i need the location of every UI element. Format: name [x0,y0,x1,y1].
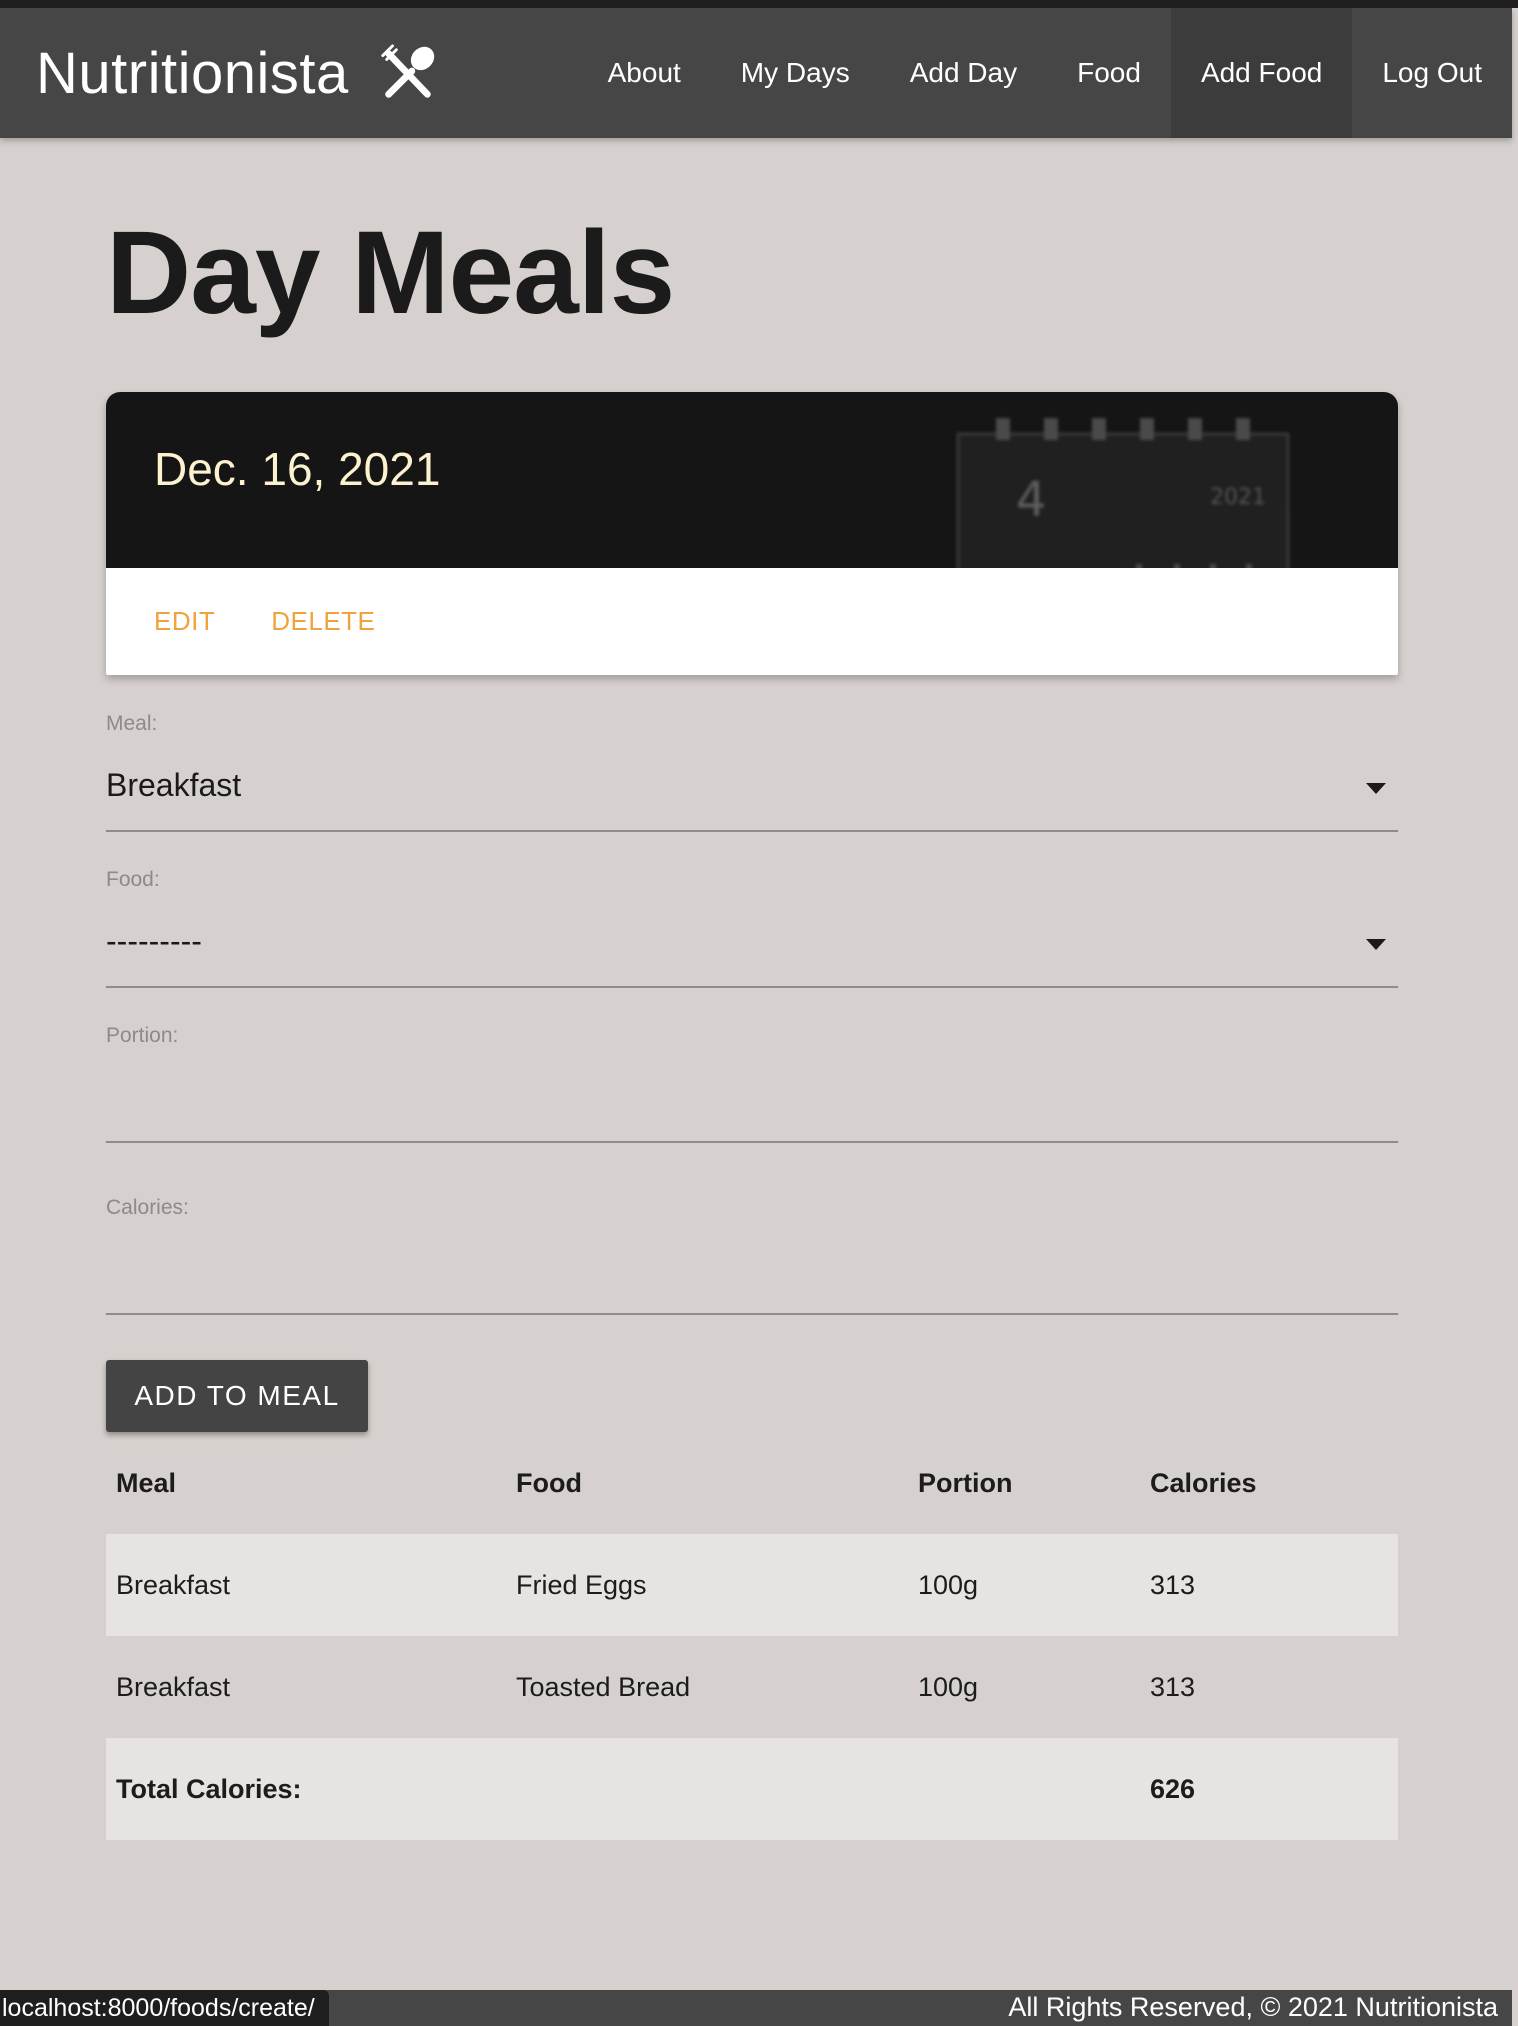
delete-button[interactable]: DELETE [271,606,375,637]
meal-select-value: Breakfast [106,767,242,803]
calendar-year-text: 2021 [1210,485,1266,510]
total-calories-value: 626 [1150,1773,1196,1804]
cell-food: Toasted Bread [516,1671,691,1702]
nav-about[interactable]: About [578,8,711,138]
navbar: Nutritionista About My Days Add Day Food… [0,8,1512,138]
meal-select[interactable]: Breakfast [106,711,1398,832]
total-calories-label: Total Calories: [116,1773,302,1804]
cell-food: Fried Eggs [516,1569,647,1600]
nav-links: About My Days Add Day Food Add Food Log … [578,8,1512,138]
day-card-header: Dec. 16, 2021 4 2021 [106,392,1398,568]
cell-meal: Breakfast [116,1569,231,1600]
page-title: Day Meals [106,207,675,339]
calories-input[interactable] [106,1197,1398,1315]
portion-input[interactable] [106,1025,1398,1143]
chevron-down-icon [1366,939,1386,950]
footer-copyright: All Rights Reserved, © 2021 Nutritionist… [1008,1992,1498,2022]
nav-add-day[interactable]: Add Day [880,8,1047,138]
table-row: Breakfast Fried Eggs 100g 313 [106,1534,1398,1636]
header-meal: Meal [116,1467,177,1498]
table-total-row: Total Calories: 626 [106,1738,1398,1840]
header-calories: Calories [1150,1467,1257,1498]
cell-calories: 313 [1150,1671,1196,1702]
day-date: Dec. 16, 2021 [154,443,441,495]
food-field: Food: --------- [106,868,1398,988]
table-row: Breakfast Toasted Bread 100g 313 [106,1636,1398,1738]
brand-logo[interactable]: Nutritionista [36,8,439,138]
meal-field: Meal: Breakfast [106,712,1398,832]
calendar-day-text: 4 [1016,472,1047,528]
food-select[interactable]: --------- [106,867,1398,988]
cell-portion: 100g [918,1569,979,1600]
portion-field: Portion: [106,1024,1398,1143]
chevron-down-icon [1366,783,1386,794]
cell-calories: 313 [1150,1569,1196,1600]
table-header-row: Meal Food Portion Calories [106,1432,1398,1534]
nav-food[interactable]: Food [1047,8,1171,138]
header-portion: Portion [918,1467,1013,1498]
day-card-actions: EDIT DELETE [106,568,1398,675]
header-food: Food [516,1467,582,1498]
food-select-value: --------- [106,923,202,959]
day-card: Dec. 16, 2021 4 2021 EDIT DELETE [106,392,1398,675]
fork-spoon-icon [381,44,434,98]
calories-field: Calories: [106,1196,1398,1315]
nav-my-days[interactable]: My Days [711,8,880,138]
cell-portion: 100g [918,1671,979,1702]
meals-table: Meal Food Portion Calories Breakfast Fri… [106,1432,1398,1840]
cell-meal: Breakfast [116,1671,231,1702]
calendar-image: 4 2021 [956,418,1290,568]
edit-button[interactable]: EDIT [154,606,215,637]
add-to-meal-button[interactable]: ADD TO MEAL [106,1360,368,1432]
nav-log-out[interactable]: Log Out [1352,8,1512,138]
status-bar-url: localhost:8000/foods/create/ [0,1990,329,2026]
nav-add-food[interactable]: Add Food [1170,8,1353,138]
brand-name: Nutritionista [36,40,349,106]
window-top-strip [0,0,1518,8]
